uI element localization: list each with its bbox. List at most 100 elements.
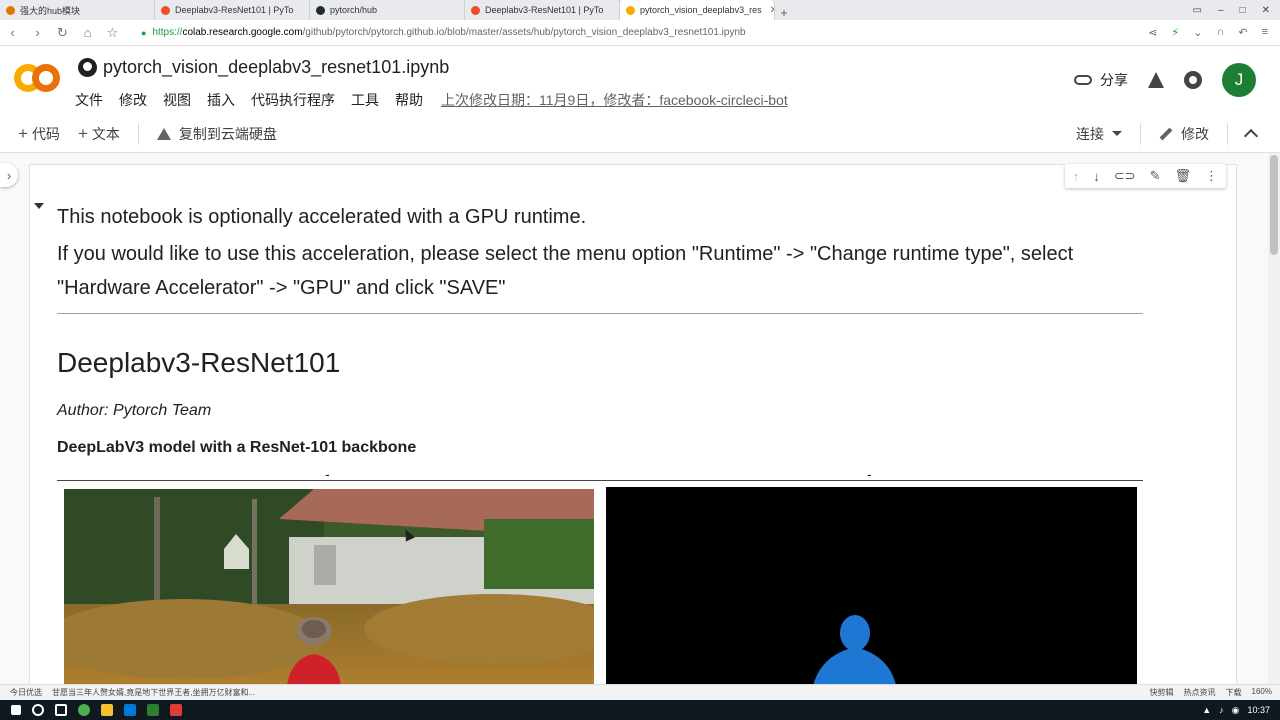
table-header-rule [57, 480, 1143, 481]
share-label: 分享 [1100, 72, 1128, 88]
vertical-scrollbar[interactable] [1268, 153, 1280, 684]
task-view-icon[interactable] [55, 704, 67, 716]
link-icon [1074, 75, 1092, 85]
tab-favicon [626, 5, 635, 15]
add-text-label: 文本 [91, 125, 120, 142]
status-zoom[interactable]: 160% [1252, 687, 1272, 698]
browser-tab-active[interactable]: pytorch_vision_deeplabv3_res ✕ [620, 0, 775, 20]
collapse-header-icon[interactable] [1243, 128, 1259, 144]
add-text-button[interactable]: 文本 [78, 124, 120, 144]
menu-view[interactable]: 视图 [163, 90, 191, 110]
forward-icon[interactable]: › [25, 25, 50, 40]
headphones-icon[interactable]: ∩ [1216, 26, 1224, 39]
lightning-icon[interactable]: ⚡ [1172, 26, 1180, 39]
home-icon[interactable]: ⌂ [75, 25, 100, 40]
status-quick-clip[interactable]: 快剪辑 [1150, 687, 1174, 698]
edit-label: 修改 [1181, 125, 1209, 142]
address-bar: ‹ › ↻ ⌂ ☆ ● https://colab.research.googl… [0, 20, 1280, 46]
menu-runtime[interactable]: 代码执行程序 [251, 90, 335, 110]
status-news-ticker[interactable]: 甘愿当三年人赘女婿,竟是地下世界王者,坐拥万亿财富和... [52, 687, 255, 698]
terminal-icon[interactable] [147, 704, 159, 716]
network-icon[interactable]: ◉ [1232, 705, 1240, 716]
browser-app-icon[interactable] [78, 704, 90, 716]
pencil-icon[interactable]: ✎ [1150, 168, 1161, 184]
browser-tab[interactable]: Deeplabv3-ResNet101 | PyTo [155, 0, 310, 20]
browser-status-bar: 今日优选 甘愿当三年人赘女婿,竟是地下世界王者,坐拥万亿财富和... 快剪辑 热… [0, 684, 1280, 700]
connect-button[interactable]: 连接 [1076, 124, 1122, 144]
menu-insert[interactable]: 插入 [207, 90, 235, 110]
avatar[interactable]: J [1222, 63, 1256, 97]
tab-favicon [161, 5, 170, 15]
menu-icon[interactable]: ≡ [1262, 26, 1268, 39]
model-description: DeepLabV3 model with a ResNet-101 backbo… [57, 439, 417, 456]
notebook-toolbar: 代码 文本 复制到云端硬盘 连接 修改 [0, 115, 1280, 153]
connect-label: 连接 [1076, 125, 1104, 142]
menu-help[interactable]: 帮助 [395, 90, 423, 110]
toolbar-divider [1227, 122, 1228, 145]
folder-icon[interactable] [101, 704, 113, 716]
text-cell[interactable]: ↑ ↓ ⊂⊃ ✎ 🗑 ⋮ This notebook is optionally… [30, 164, 1236, 684]
cell-toolbar: ↑ ↓ ⊂⊃ ✎ 🗑 ⋮ [1064, 164, 1226, 188]
minimize-icon[interactable]: – [1218, 5, 1224, 16]
status-hot-news[interactable]: 热点资讯 [1184, 687, 1216, 698]
tab-label: Deeplabv3-ResNet101 | PyTo [485, 5, 604, 15]
tab-label: Deeplabv3-ResNet101 | PyTo [175, 5, 294, 15]
search-icon[interactable] [32, 704, 44, 716]
share-icon[interactable]: ⋖ [1148, 26, 1157, 39]
tray-icon[interactable]: ▲ [1202, 705, 1211, 715]
status-today-picks[interactable]: 今日优选 [10, 687, 42, 698]
reload-icon[interactable]: ↻ [50, 25, 75, 41]
url-protocol: https:// [152, 27, 183, 38]
gpu-instructions: If you would like to use this accelerati… [57, 243, 1074, 299]
menu-tools[interactable]: 工具 [351, 90, 379, 110]
status-download[interactable]: 下载 [1226, 687, 1242, 698]
flask-icon[interactable] [1148, 72, 1164, 88]
edit-button[interactable]: 修改 [1159, 124, 1209, 144]
delete-icon[interactable]: 🗑 [1174, 168, 1191, 184]
github-icon [78, 58, 97, 77]
add-code-button[interactable]: 代码 [18, 124, 60, 144]
move-up-icon[interactable]: ↑ [1073, 169, 1080, 184]
last-edit-link[interactable]: 上次修改日期：11月9日，修改者：facebook-circleci-bot [441, 90, 788, 110]
gear-icon[interactable] [1184, 71, 1202, 89]
restore-icon[interactable]: ▭ [1193, 5, 1202, 16]
expand-sidebar-icon[interactable]: › [0, 163, 18, 187]
os-taskbar: ▲ ♪ ◉ 10:37 [0, 700, 1280, 720]
menu-file[interactable]: 文件 [75, 90, 103, 110]
collapse-section-icon[interactable] [34, 203, 44, 209]
divider [57, 313, 1143, 314]
toolbar-divider [1140, 122, 1141, 145]
browser-tab[interactable]: 强大的hub模块 [0, 0, 155, 20]
store-icon[interactable] [124, 704, 136, 716]
recorder-icon[interactable] [170, 704, 182, 716]
pencil-icon [1159, 127, 1173, 140]
maximize-icon[interactable]: □ [1240, 5, 1246, 16]
tab-label: 强大的hub模块 [20, 5, 81, 16]
move-down-icon[interactable]: ↓ [1093, 169, 1100, 184]
more-vert-icon[interactable]: ⋮ [1205, 168, 1218, 184]
bookmark-star-icon[interactable]: ☆ [100, 25, 125, 41]
close-window-icon[interactable]: ✕ [1262, 5, 1270, 16]
windows-start-icon[interactable] [11, 705, 21, 715]
notebook-area: › ↑ ↓ ⊂⊃ ✎ 🗑 ⋮ This notebook is optional… [0, 153, 1280, 684]
menu-edit[interactable]: 修改 [119, 90, 147, 110]
new-tab-button[interactable]: + [775, 6, 793, 20]
colab-logo[interactable] [14, 64, 60, 94]
volume-icon[interactable]: ♪ [1219, 705, 1224, 715]
tab-favicon [6, 5, 15, 15]
back-icon[interactable]: ‹ [0, 25, 25, 40]
notebook-name[interactable]: pytorch_vision_deeplabv3_resnet101.ipynb [103, 57, 449, 78]
chevron-down-icon[interactable]: ⌄ [1193, 26, 1202, 39]
browser-tab[interactable]: pytorch/hub [310, 0, 465, 20]
scrollbar-thumb[interactable] [1270, 155, 1278, 255]
copy-to-drive-button[interactable]: 复制到云端硬盘 [156, 124, 277, 144]
segmentation-mask [606, 487, 1137, 684]
browser-tab[interactable]: Deeplabv3-ResNet101 | PyTo [465, 0, 620, 20]
input-photo [64, 489, 594, 684]
link-icon[interactable]: ⊂⊃ [1114, 168, 1136, 184]
url-field[interactable]: ● https://colab.research.google.com/gith… [141, 27, 746, 38]
share-button[interactable]: 分享 [1074, 70, 1128, 90]
toolbar-divider [137, 122, 139, 145]
undo-icon[interactable]: ↶ [1238, 26, 1247, 39]
clock[interactable]: 10:37 [1247, 705, 1270, 715]
